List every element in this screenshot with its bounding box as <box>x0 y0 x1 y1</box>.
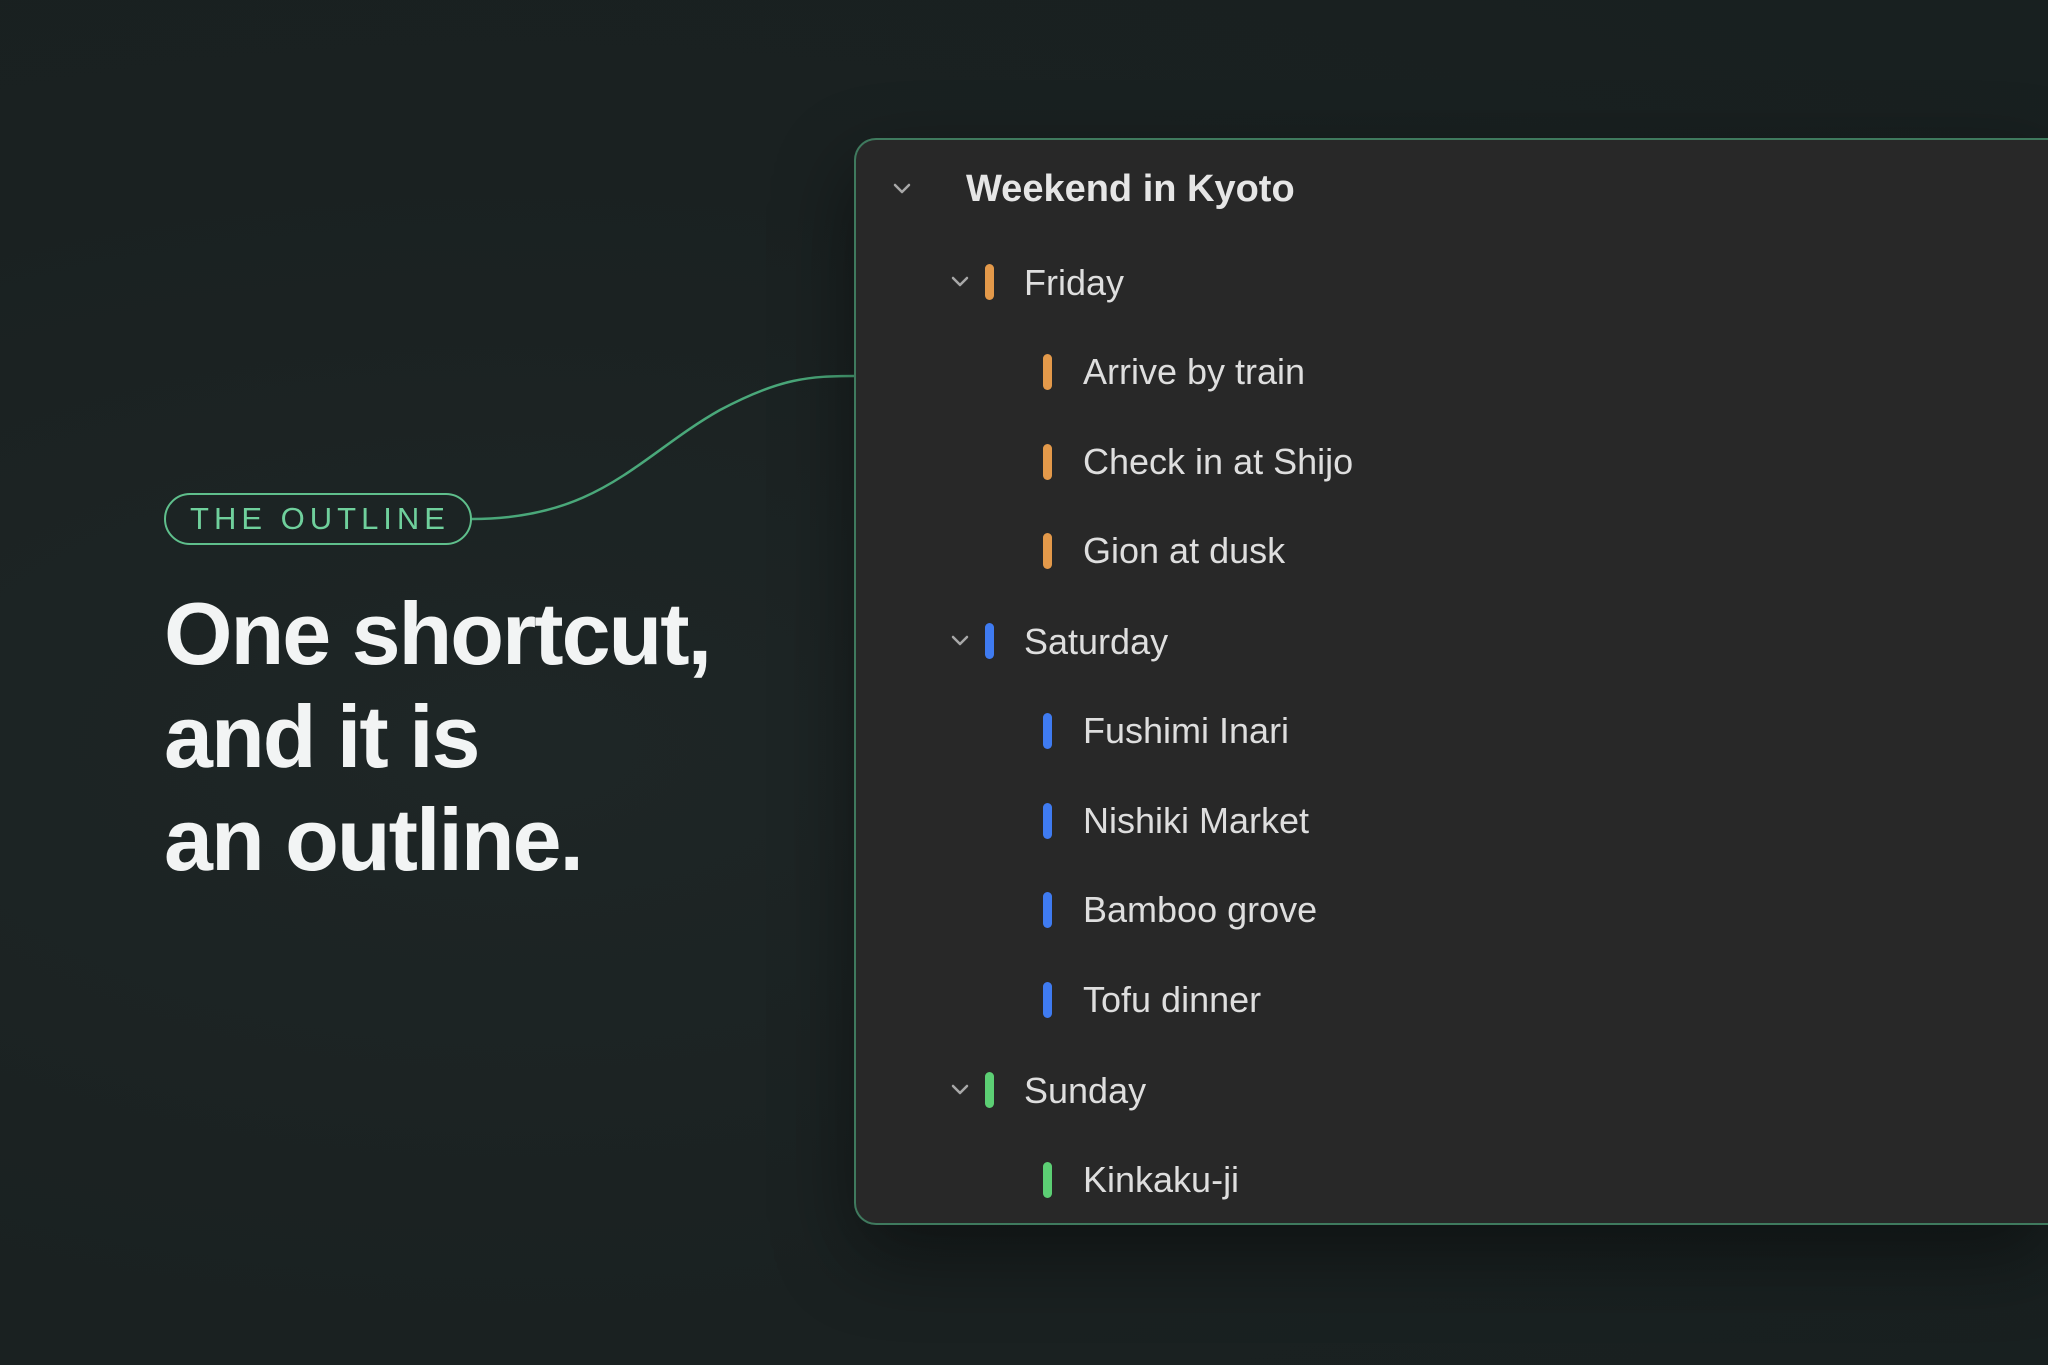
outline-item[interactable]: Nishiki Market <box>1083 799 1309 843</box>
chevron-down-icon[interactable] <box>949 630 971 652</box>
color-tag-orange <box>1043 354 1052 390</box>
chevron-down-icon[interactable] <box>949 271 971 293</box>
outline-item[interactable]: Fushimi Inari <box>1083 709 1289 753</box>
color-tag-blue <box>1043 982 1052 1018</box>
color-tag-orange <box>1043 444 1052 480</box>
outline-title[interactable]: Weekend in Kyoto <box>966 167 1295 211</box>
outline-item[interactable]: Arrive by train <box>1083 350 1305 394</box>
outline-day-saturday[interactable]: Saturday <box>1024 620 1168 664</box>
color-tag-green <box>985 1072 994 1108</box>
headline-line: One shortcut, <box>164 584 712 683</box>
color-tag-blue <box>1043 892 1052 928</box>
color-tag-blue <box>985 623 994 659</box>
outline-item[interactable]: Gion at dusk <box>1083 529 1285 573</box>
color-tag-green <box>1043 1162 1052 1198</box>
headline-line: and it is <box>164 687 481 786</box>
headline: One shortcut, and it is an outline. <box>164 582 804 891</box>
outline-item[interactable]: Tofu dinner <box>1083 978 1261 1022</box>
outline-item[interactable]: Kinkaku-ji <box>1083 1158 1239 1202</box>
color-tag-orange <box>985 264 994 300</box>
section-badge: THE OUTLINE <box>164 493 472 545</box>
outline-day-friday[interactable]: Friday <box>1024 261 1124 305</box>
color-tag-blue <box>1043 803 1052 839</box>
outline-item[interactable]: Bamboo grove <box>1083 888 1317 932</box>
chevron-down-icon[interactable] <box>949 1079 971 1101</box>
outline-day-sunday[interactable]: Sunday <box>1024 1069 1146 1113</box>
outline-item[interactable]: Check in at Shijo <box>1083 440 1353 484</box>
chevron-down-icon[interactable] <box>891 178 913 200</box>
headline-line: an outline. <box>164 790 584 889</box>
color-tag-orange <box>1043 533 1052 569</box>
color-tag-blue <box>1043 713 1052 749</box>
